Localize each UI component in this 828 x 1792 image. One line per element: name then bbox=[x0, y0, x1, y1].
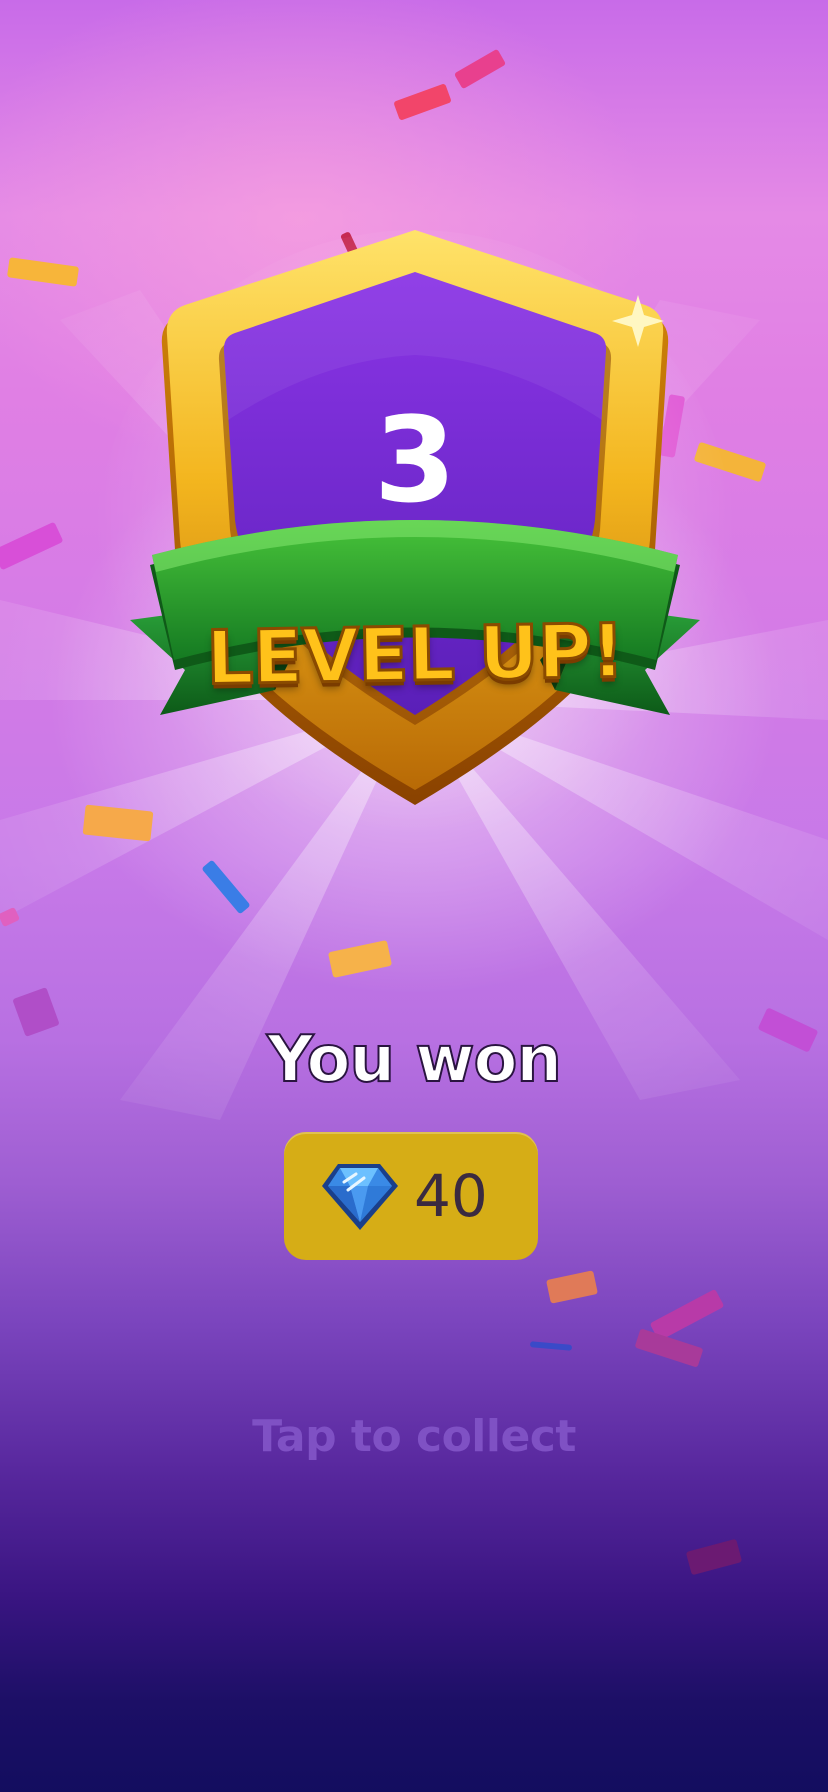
confetti-piece bbox=[393, 83, 452, 121]
confetti-piece bbox=[529, 1341, 573, 1351]
reward-heading: You won bbox=[266, 1022, 563, 1098]
level-up-badge: 3 LEVEL UP! bbox=[90, 220, 740, 830]
tap-to-collect-button[interactable]: Tap to collect bbox=[0, 1402, 828, 1472]
reward-amount: 40 bbox=[414, 1162, 488, 1230]
confetti-piece bbox=[685, 1538, 743, 1576]
level-number: 3 bbox=[373, 391, 457, 529]
reward-amount-badge: 40 bbox=[284, 1132, 538, 1260]
level-up-title: LEVEL UP! bbox=[204, 607, 626, 703]
confetti-piece bbox=[0, 521, 64, 571]
gem-icon bbox=[322, 1164, 398, 1230]
confetti-piece bbox=[0, 906, 21, 928]
confetti-piece bbox=[327, 940, 393, 978]
confetti-piece bbox=[453, 48, 507, 90]
confetti-piece bbox=[649, 1288, 725, 1342]
confetti-piece bbox=[546, 1270, 598, 1304]
level-up-screen[interactable]: 3 LEVEL UP! You won 40 Tap to collect bbox=[0, 0, 828, 1792]
confetti-piece bbox=[201, 859, 251, 915]
confetti-piece bbox=[6, 257, 80, 287]
